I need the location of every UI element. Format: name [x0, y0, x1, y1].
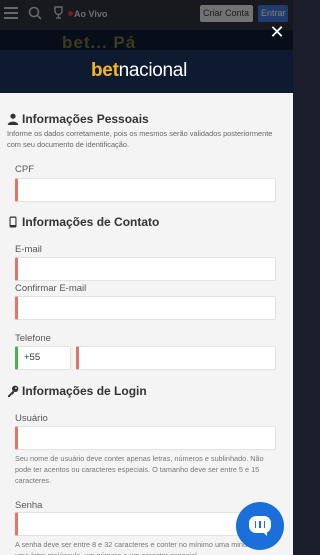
- contact-info-title: Informações de Contato: [7, 215, 159, 229]
- username-help: Seu nome de usuário deve conter apenas l…: [15, 454, 264, 485]
- registration-form: Informações Pessoais Informe os dados co…: [0, 93, 293, 555]
- modal-header: betnacional: [0, 50, 293, 93]
- confirm-email-label: Confirmar E-mail: [15, 283, 87, 294]
- phone-country-code[interactable]: +55: [15, 346, 71, 370]
- phone-label: Telefone: [15, 333, 51, 344]
- email-label: E-mail: [15, 244, 42, 255]
- logo-nacional: nacional: [118, 60, 188, 81]
- chat-icon: [249, 516, 271, 536]
- personal-info-title-text: Informações Pessoais: [22, 112, 149, 126]
- logo-bet: bet: [91, 60, 119, 81]
- email-input[interactable]: [15, 257, 276, 281]
- close-icon[interactable]: ✕: [267, 22, 287, 42]
- personal-info-description: Informe os dados corretamente, pois os m…: [7, 129, 273, 149]
- password-label: Senha: [15, 500, 43, 511]
- contact-info-title-text: Informações de Contato: [22, 215, 160, 229]
- username-input[interactable]: [15, 426, 276, 450]
- phone-icon: [9, 216, 17, 228]
- key-icon: [8, 385, 19, 397]
- user-icon: [7, 113, 19, 125]
- login-info-title: Informações de Login: [7, 384, 147, 398]
- login-info-title-text: Informações de Login: [22, 384, 147, 398]
- username-label: Usuário: [15, 413, 48, 424]
- brand-logo: betnacional: [91, 60, 187, 82]
- phone-number-input[interactable]: [76, 346, 276, 370]
- cpf-input[interactable]: [15, 178, 276, 202]
- personal-info-title: Informações Pessoais: [7, 112, 149, 126]
- confirm-email-input[interactable]: [15, 296, 276, 320]
- chat-lines: [255, 521, 265, 528]
- cpf-label: CPF: [15, 164, 34, 175]
- password-help: A senha deve ser entre 8 e 32 caracteres…: [15, 540, 266, 555]
- chat-button[interactable]: [236, 502, 284, 550]
